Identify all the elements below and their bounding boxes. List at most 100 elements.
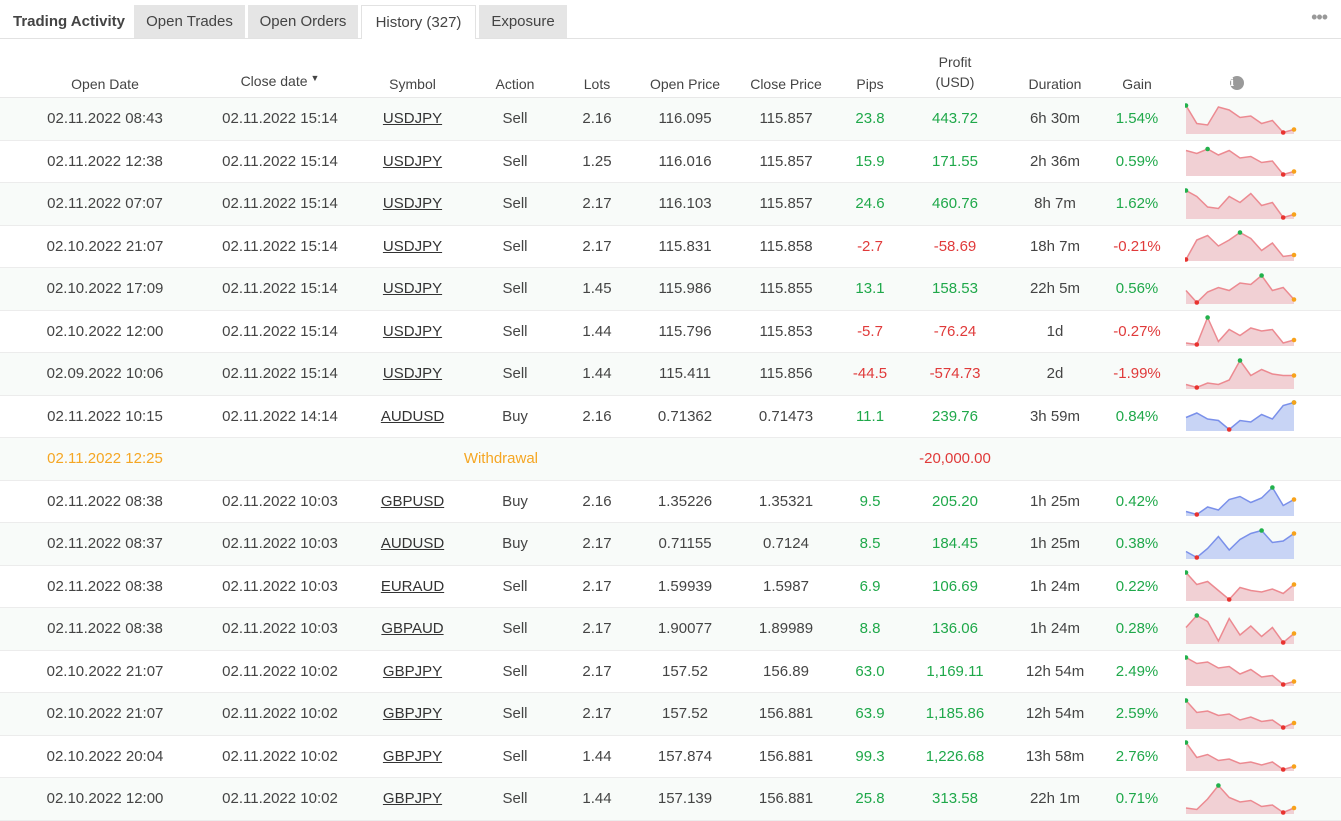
table-row[interactable]: 02.10.2022 12:00 02.11.2022 10:02 GBPJPY Se…	[0, 777, 1341, 821]
cell-open-price: 157.874	[639, 735, 731, 778]
cell-profit: 184.45	[899, 522, 1011, 566]
symbol-link[interactable]: GBPJPY	[383, 663, 442, 680]
sparkline-area	[1186, 657, 1294, 687]
cell-close-date: 02.11.2022 10:02	[210, 735, 350, 778]
more-options-icon[interactable]: •••	[1311, 8, 1328, 26]
cell-gain: -0.27%	[1099, 310, 1175, 353]
sparkline-last-marker	[1291, 296, 1297, 302]
cell-lots: 1.44	[555, 777, 639, 821]
trade-sparkline[interactable]	[1185, 398, 1297, 434]
symbol-link[interactable]: USDJPY	[383, 153, 442, 170]
cell-open-price: 157.52	[639, 692, 731, 736]
table-row[interactable]: 02.11.2022 10:15 02.11.2022 14:14 AUDUSD Bu…	[0, 395, 1341, 438]
trade-sparkline[interactable]	[1185, 781, 1297, 817]
col-pips[interactable]: Pips	[841, 45, 899, 98]
table-row[interactable]: 02.11.2022 08:37 02.11.2022 10:03 AUDUSD Bu…	[0, 522, 1341, 566]
trade-sparkline[interactable]	[1185, 653, 1297, 689]
cell-pips: 24.6	[841, 182, 899, 226]
cell-open-price: 0.71155	[639, 522, 731, 566]
tab-history[interactable]: History (327)	[361, 5, 476, 39]
symbol-link[interactable]: GBPJPY	[383, 705, 442, 722]
symbol-link[interactable]: USDJPY	[383, 238, 442, 255]
cell-close-price: 115.858	[731, 225, 841, 268]
cell-close-date: 02.11.2022 10:03	[210, 607, 350, 651]
col-close-date[interactable]: Close date ▼	[210, 45, 350, 98]
symbol-link[interactable]: GBPJPY	[383, 790, 442, 807]
symbol-link[interactable]: USDJPY	[383, 280, 442, 297]
col-open-price[interactable]: Open Price	[639, 45, 731, 98]
col-profit[interactable]: Profit (USD)	[899, 45, 1011, 98]
trade-sparkline[interactable]	[1185, 568, 1297, 604]
trade-sparkline[interactable]	[1185, 356, 1297, 392]
cell-action: Sell	[475, 310, 555, 353]
table-row[interactable]: 02.11.2022 08:43 02.11.2022 15:14 USDJPY Se…	[0, 97, 1341, 141]
trade-sparkline[interactable]	[1185, 483, 1297, 519]
table-row[interactable]: 02.11.2022 08:38 02.11.2022 10:03 EURAUD Se…	[0, 565, 1341, 608]
symbol-link[interactable]: USDJPY	[383, 365, 442, 382]
cell-chart	[1175, 565, 1341, 608]
table-row[interactable]: 02.10.2022 21:07 02.11.2022 15:14 USDJPY Se…	[0, 225, 1341, 268]
withdrawal-row[interactable]: 02.11.2022 12:25 Withdrawal -20,000.00	[0, 437, 1341, 481]
cell-pips: 9.5	[841, 480, 899, 523]
trade-sparkline[interactable]	[1185, 526, 1297, 562]
cell-gain: 0.38%	[1099, 522, 1175, 566]
trade-sparkline[interactable]	[1185, 313, 1297, 349]
table-row[interactable]: 02.11.2022 12:38 02.11.2022 15:14 USDJPY Se…	[0, 140, 1341, 183]
symbol-link[interactable]: USDJPY	[383, 195, 442, 212]
cell-symbol: AUDUSD	[350, 395, 475, 438]
trade-sparkline[interactable]	[1185, 186, 1297, 222]
col-duration[interactable]: Duration	[1011, 45, 1099, 98]
col-action[interactable]: Action	[475, 45, 555, 98]
trade-sparkline[interactable]	[1185, 696, 1297, 732]
sparkline-min-marker	[1280, 724, 1286, 730]
symbol-link[interactable]: USDJPY	[383, 323, 442, 340]
tab-open-trades[interactable]: Open Trades	[134, 5, 245, 38]
col-gain[interactable]: Gain	[1099, 45, 1175, 98]
cell-symbol: GBPUSD	[350, 480, 475, 523]
tab-open-orders[interactable]: Open Orders	[248, 5, 358, 38]
sparkline-area	[1186, 232, 1294, 262]
cell-withdrawal-label: Withdrawal	[350, 437, 555, 481]
table-row[interactable]: 02.10.2022 20:04 02.11.2022 10:02 GBPJPY Se…	[0, 735, 1341, 778]
cell-duration: 22h 5m	[1011, 267, 1099, 311]
cell-action: Sell	[475, 140, 555, 183]
tab-exposure[interactable]: Exposure	[479, 5, 567, 38]
table-row[interactable]: 02.10.2022 17:09 02.11.2022 15:14 USDJPY Se…	[0, 267, 1341, 311]
cell-symbol: USDJPY	[350, 140, 475, 183]
table-row[interactable]: 02.11.2022 08:38 02.11.2022 10:03 GBPUSD Bu…	[0, 480, 1341, 523]
symbol-link[interactable]: USDJPY	[383, 110, 442, 127]
trade-sparkline[interactable]	[1185, 101, 1297, 137]
table-row[interactable]: 02.11.2022 08:38 02.11.2022 10:03 GBPAUD Se…	[0, 607, 1341, 651]
col-close-price[interactable]: Close Price	[731, 45, 841, 98]
symbol-link[interactable]: AUDUSD	[381, 408, 444, 425]
cell-open-date: 02.10.2022 17:09	[0, 267, 210, 311]
sparkline-min-marker	[1280, 809, 1286, 815]
trade-sparkline[interactable]	[1185, 143, 1297, 179]
symbol-link[interactable]: GBPUSD	[381, 493, 444, 510]
col-symbol[interactable]: Symbol	[350, 45, 475, 98]
col-lots[interactable]: Lots	[555, 45, 639, 98]
symbol-link[interactable]: AUDUSD	[381, 535, 444, 552]
trade-sparkline[interactable]	[1185, 738, 1297, 774]
table-row[interactable]: 02.10.2022 12:00 02.11.2022 15:14 USDJPY Se…	[0, 310, 1341, 353]
info-icon[interactable]: i	[1230, 76, 1244, 90]
table-row[interactable]: 02.10.2022 21:07 02.11.2022 10:02 GBPJPY Se…	[0, 692, 1341, 736]
symbol-link[interactable]: EURAUD	[381, 578, 444, 595]
trade-sparkline[interactable]	[1185, 611, 1297, 647]
sparkline-last-marker	[1291, 530, 1297, 536]
col-open-date[interactable]: Open Date	[0, 45, 210, 98]
table-row[interactable]: 02.10.2022 21:07 02.11.2022 10:02 GBPJPY Se…	[0, 650, 1341, 693]
symbol-link[interactable]: GBPAUD	[381, 620, 443, 637]
cell-symbol: USDJPY	[350, 97, 475, 141]
sparkline-min-marker	[1194, 384, 1200, 390]
table-row[interactable]: 02.09.2022 10:06 02.11.2022 15:14 USDJPY Se…	[0, 352, 1341, 396]
sparkline-last-marker	[1291, 679, 1297, 685]
symbol-link[interactable]: GBPJPY	[383, 748, 442, 765]
cell-open-price: 116.103	[639, 182, 731, 226]
trade-sparkline[interactable]	[1185, 271, 1297, 307]
sparkline-area	[1186, 615, 1294, 644]
table-row[interactable]: 02.11.2022 07:07 02.11.2022 15:14 USDJPY Se…	[0, 182, 1341, 226]
sparkline-max-marker	[1205, 146, 1210, 152]
trade-sparkline[interactable]	[1185, 228, 1297, 264]
cell-action: Sell	[475, 97, 555, 141]
